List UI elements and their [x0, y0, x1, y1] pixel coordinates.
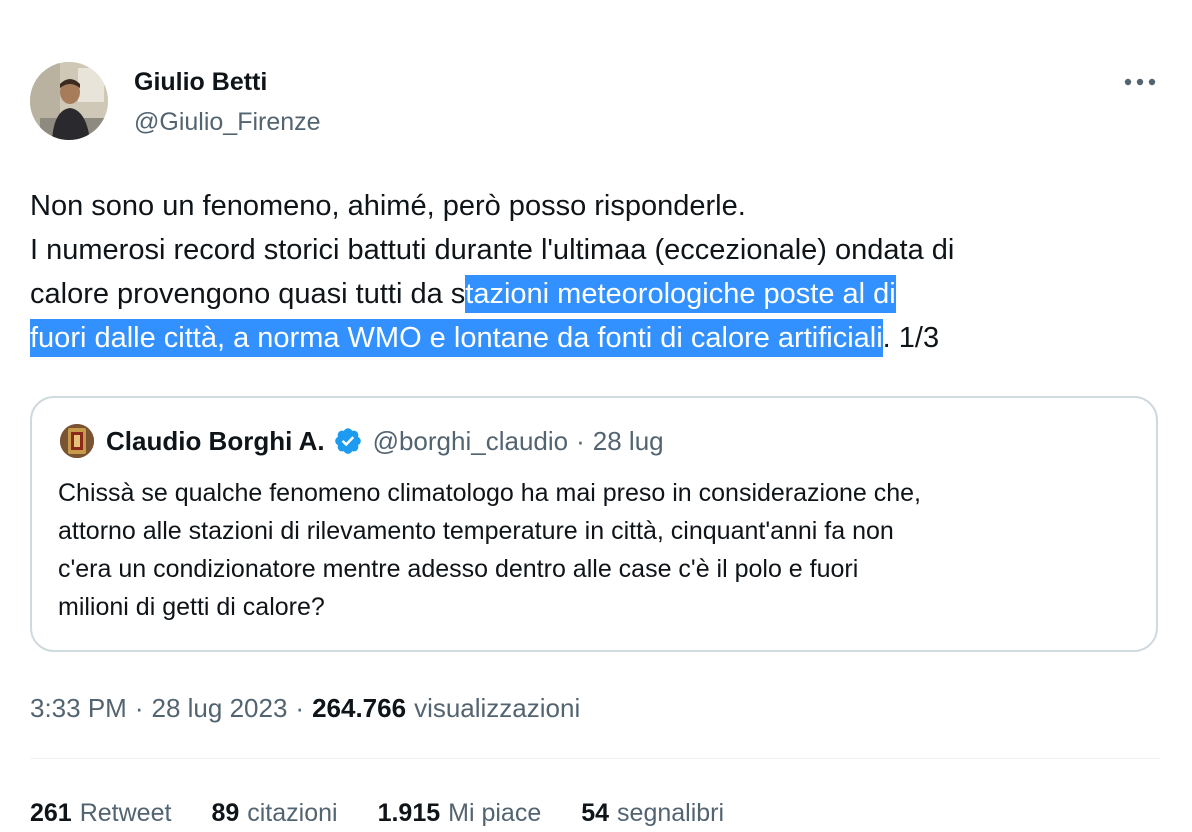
separator-dot: · [576, 425, 585, 456]
author-photo [30, 62, 108, 140]
tweet-text-segment: I numerosi record storici battuti durant… [30, 234, 955, 266]
retweets-stat[interactable]: 261 Retweet [30, 799, 171, 828]
tweet-detail: Giulio Betti @Giulio_Firenze Non sono un… [0, 0, 1192, 832]
separator-dot: · [134, 692, 144, 723]
likes-label: Mi piace [448, 798, 542, 827]
tweet-text-segment: Non sono un fenomeno, ahimé, però posso … [30, 190, 746, 222]
quoted-author-avatar[interactable] [60, 424, 94, 458]
quotes-label: citazioni [247, 798, 338, 827]
tweet-text-segment: calore provengono quasi tutti da s [30, 278, 466, 310]
tweet-text: Non sono un fenomeno, ahimé, però posso … [30, 184, 1170, 360]
quotes-count: 89 [211, 798, 240, 827]
author-avatar[interactable] [30, 62, 108, 140]
author-handle[interactable]: @Giulio_Firenze [134, 106, 321, 138]
tweet-date[interactable]: 28 lug 2023 [152, 693, 288, 724]
selected-text: tazioni meteorologiche poste al di [465, 275, 896, 313]
verified-badge-icon [333, 426, 363, 456]
retweets-label: Retweet [79, 798, 172, 827]
tweet-line: I numerosi record storici battuti durant… [30, 228, 1170, 272]
tweet-meta: 3:33 PM · 28 lug 2023 · 264.766 visualiz… [30, 688, 580, 728]
quoted-tweet-line: milioni di getti di calore? [58, 593, 325, 621]
quoted-author-handle[interactable]: @borghi_claudio [373, 426, 569, 457]
quoted-tweet-line: c'era un condizionatore mentre adesso de… [58, 555, 859, 583]
retweets-count: 261 [30, 798, 72, 827]
more-options-button[interactable] [1118, 66, 1162, 98]
engagement-stats: 261 Retweet 89 citazioni 1.915 Mi piace … [30, 794, 764, 832]
quoted-tweet-card[interactable]: Claudio Borghi A. @borghi_claudio · 28 l… [30, 396, 1158, 652]
bookmarks-count: 54 [581, 798, 610, 827]
quoted-author-photo [60, 424, 94, 458]
tweet-line: fuori dalle città, a norma WMO e lontane… [30, 316, 1170, 360]
likes-count: 1.915 [377, 798, 441, 827]
selected-text: fuori dalle città, a norma WMO e lontane… [30, 319, 883, 357]
bookmarks-label: segnalibri [617, 798, 725, 827]
tweet-line: calore provengono quasi tutti da stazion… [30, 272, 1170, 316]
quoted-tweet-date[interactable]: 28 lug [593, 426, 664, 457]
more-horizontal-icon [1124, 78, 1156, 86]
quotes-stat[interactable]: 89 citazioni [211, 799, 337, 828]
quoted-tweet-line: attorno alle stazioni di rilevamento tem… [58, 517, 894, 545]
tweet-line: Non sono un fenomeno, ahimé, però posso … [30, 184, 1170, 228]
quoted-tweet-header: Claudio Borghi A. @borghi_claudio · 28 l… [106, 424, 664, 458]
tweet-time[interactable]: 3:33 PM [30, 693, 127, 724]
bookmarks-stat[interactable]: 54 segnalibri [581, 799, 724, 828]
tweet-text-segment: . 1/3 [882, 322, 940, 354]
likes-stat[interactable]: 1.915 Mi piace [378, 799, 542, 828]
separator-dot: · [295, 692, 305, 723]
quoted-author-name[interactable]: Claudio Borghi A. [106, 426, 325, 457]
views-count: 264.766 [312, 692, 407, 723]
quoted-tweet-line: Chissà se qualche fenomeno climatologo h… [58, 479, 922, 507]
author-display-name[interactable]: Giulio Betti [134, 66, 267, 98]
divider [30, 758, 1160, 759]
quoted-tweet-text: Chissà se qualche fenomeno climatologo h… [58, 474, 1138, 626]
views-label: visualizzazioni [414, 692, 581, 723]
